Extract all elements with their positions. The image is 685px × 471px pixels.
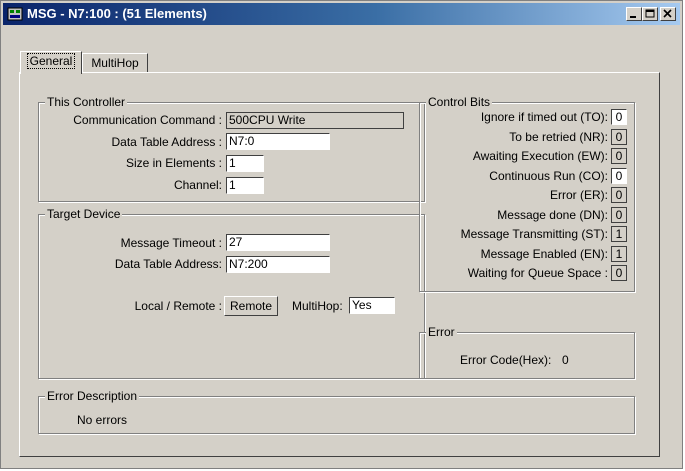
tab-multihop-label: MultiHop bbox=[91, 56, 139, 70]
channel-label: Channel: bbox=[173, 178, 222, 192]
control-bit-value[interactable]: 0 bbox=[611, 148, 627, 164]
error-group: Error Error Code(Hex): 0 bbox=[419, 325, 635, 379]
control-bit-value[interactable]: 0 bbox=[611, 129, 627, 145]
close-icon bbox=[663, 9, 672, 18]
minimize-button[interactable] bbox=[626, 7, 642, 21]
control-bit-value[interactable]: 1 bbox=[611, 246, 627, 262]
msg-dialog-window: MSG - N7:100 : (51 Elements) General Mul… bbox=[0, 0, 683, 469]
error-code-label: Error Code(Hex): bbox=[460, 353, 552, 367]
control-bit-label: Error (ER): bbox=[550, 188, 608, 202]
error-description-text: No errors bbox=[77, 413, 128, 427]
communication-command-label: Communication Command : bbox=[73, 113, 222, 127]
control-bit-label: Ignore if timed out (TO): bbox=[480, 110, 608, 124]
control-bits-title: Control Bits bbox=[426, 95, 493, 109]
msg-instruction-icon bbox=[7, 7, 23, 21]
tab-panel-general: This Controller Communication Command : … bbox=[19, 72, 660, 457]
maximize-button[interactable] bbox=[642, 7, 658, 21]
this-controller-title: This Controller bbox=[45, 95, 128, 109]
target-device-title: Target Device bbox=[45, 207, 123, 221]
control-bit-value[interactable]: 1 bbox=[611, 226, 627, 242]
message-timeout-field[interactable]: 27 bbox=[226, 234, 330, 251]
this-controller-group: This Controller Communication Command : … bbox=[38, 95, 425, 202]
size-in-elements-field[interactable]: 1 bbox=[226, 155, 264, 172]
window-title: MSG - N7:100 : (51 Elements) bbox=[27, 6, 207, 21]
target-data-table-address-field[interactable]: N7:200 bbox=[226, 256, 330, 273]
close-button[interactable] bbox=[660, 7, 676, 21]
error-code-value: 0 bbox=[562, 353, 569, 367]
channel-field[interactable]: 1 bbox=[226, 177, 264, 194]
data-table-address-field[interactable]: N7:0 bbox=[226, 133, 330, 150]
maximize-icon bbox=[645, 9, 655, 18]
data-table-address-label: Data Table Address : bbox=[111, 135, 222, 149]
control-bit-label: Message done (DN): bbox=[497, 208, 608, 222]
target-data-table-address-label: Data Table Address: bbox=[114, 257, 222, 271]
message-timeout-label: Message Timeout : bbox=[120, 236, 222, 250]
multihop-field[interactable]: Yes bbox=[349, 297, 395, 314]
minimize-icon bbox=[630, 16, 636, 18]
title-bar[interactable]: MSG - N7:100 : (51 Elements) bbox=[3, 3, 680, 25]
tab-general[interactable]: General bbox=[20, 51, 82, 74]
communication-command-field[interactable]: 500CPU Write bbox=[226, 112, 404, 129]
control-bit-value[interactable]: 0 bbox=[611, 109, 627, 125]
control-bit-label: Message Enabled (EN): bbox=[480, 247, 608, 261]
control-bit-value[interactable]: 0 bbox=[611, 168, 627, 184]
control-bit-value[interactable]: 0 bbox=[611, 265, 627, 281]
control-bit-label: Waiting for Queue Space : bbox=[467, 266, 608, 280]
control-bit-label: Awaiting Execution (EW): bbox=[472, 149, 608, 163]
control-bit-value[interactable]: 0 bbox=[611, 207, 627, 223]
local-remote-label: Local / Remote : bbox=[134, 299, 222, 313]
control-bit-label: To be retried (NR): bbox=[509, 130, 608, 144]
error-description-group: Error Description No errors bbox=[38, 389, 635, 434]
tab-general-label: General bbox=[26, 53, 76, 69]
control-bits-group: Control Bits Ignore if timed out (TO): 0 T… bbox=[419, 95, 635, 292]
control-bit-label: Continuous Run (CO): bbox=[489, 169, 608, 183]
control-bit-label: Message Transmitting (ST): bbox=[460, 227, 608, 241]
local-remote-button[interactable]: Remote bbox=[224, 296, 278, 316]
multihop-label: MultiHop: bbox=[292, 299, 343, 313]
error-title: Error bbox=[426, 325, 457, 339]
size-in-elements-label: Size in Elements : bbox=[125, 156, 222, 170]
target-device-group: Target Device Message Timeout : 27 Data … bbox=[38, 207, 425, 379]
tab-multihop[interactable]: MultiHop bbox=[82, 53, 148, 73]
error-description-title: Error Description bbox=[45, 389, 140, 403]
control-bit-value[interactable]: 0 bbox=[611, 187, 627, 203]
